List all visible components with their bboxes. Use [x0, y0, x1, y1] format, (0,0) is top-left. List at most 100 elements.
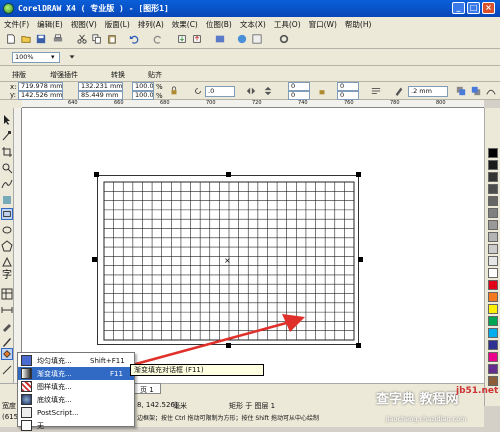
basic-shapes-tool-icon[interactable] — [1, 256, 13, 268]
save-icon[interactable] — [35, 33, 47, 45]
menu-view[interactable]: 视图(V) — [67, 19, 101, 30]
eyedropper-tool-icon[interactable] — [1, 320, 13, 332]
corner-radius-top-left[interactable]: 0 — [288, 82, 310, 91]
plugin-typeset[interactable]: 排版 — [12, 70, 26, 80]
menu-help[interactable]: 帮助(H) — [341, 19, 376, 30]
y-position-field[interactable]: 142.526 mm — [18, 91, 63, 100]
menu-arrange[interactable]: 排列(A) — [134, 19, 168, 30]
swatch-black[interactable] — [488, 148, 498, 158]
menu-layout[interactable]: 版面(L) — [101, 19, 134, 30]
page-tab-1[interactable]: 页 1 — [133, 383, 161, 394]
no-fill-item[interactable]: 无 — [18, 419, 134, 432]
menu-window[interactable]: 窗口(W) — [305, 19, 341, 30]
welcome-screen-icon[interactable] — [251, 33, 263, 45]
new-document-icon[interactable] — [5, 33, 17, 45]
to-back-icon[interactable] — [470, 85, 482, 97]
crop-tool-icon[interactable] — [1, 146, 13, 158]
paste-icon[interactable] — [106, 33, 118, 45]
scale-y-field[interactable]: 100.0 — [132, 91, 154, 100]
corner-radius-bottom-left[interactable]: 0 — [288, 91, 310, 100]
corner-lock-icon[interactable] — [316, 85, 328, 97]
swatch-gray-80[interactable] — [488, 172, 498, 182]
smart-fill-tool-icon[interactable] — [1, 194, 13, 206]
export-icon[interactable] — [191, 33, 203, 45]
postscript-fill-item[interactable]: PostScript... — [18, 406, 134, 419]
plugin-snap[interactable]: 贴齐 — [148, 70, 162, 80]
swatch-gray-10[interactable] — [488, 256, 498, 266]
mirror-horizontal-icon[interactable] — [245, 85, 257, 97]
selection-handle-top-right[interactable] — [356, 172, 361, 177]
menu-text[interactable]: 文本(X) — [236, 19, 270, 30]
menu-tools[interactable]: 工具(O) — [270, 19, 305, 30]
options-icon[interactable] — [278, 33, 290, 45]
swatch-yellow[interactable] — [488, 304, 498, 314]
selection-handle-middle-left[interactable] — [92, 257, 97, 262]
uniform-fill-item[interactable]: 均匀填充... Shift+F11 — [18, 354, 134, 367]
zoom-tool-icon[interactable] — [1, 162, 13, 174]
zoom-dropdown-icon[interactable]: ▾ — [51, 53, 55, 61]
selection-handle-top-left[interactable] — [94, 172, 99, 177]
dimension-tool-icon[interactable] — [1, 304, 13, 316]
table-tool-icon[interactable] — [1, 288, 13, 300]
application-launcher-icon[interactable] — [214, 33, 226, 45]
mirror-vertical-icon[interactable] — [262, 85, 274, 97]
swatch-red[interactable] — [488, 280, 498, 290]
swatch-gray-40[interactable] — [488, 220, 498, 230]
x-position-field[interactable]: 719.978 mm — [18, 82, 63, 91]
swatch-brown[interactable] — [488, 376, 498, 386]
maximize-button[interactable]: □ — [467, 2, 480, 14]
polygon-tool-icon[interactable] — [1, 240, 13, 252]
shape-tool-icon[interactable] — [1, 130, 13, 142]
menu-file[interactable]: 文件(F) — [0, 19, 33, 30]
selection-handle-bottom-right[interactable] — [356, 343, 361, 348]
fountain-fill-item[interactable]: 渐变填充... F11 — [18, 367, 134, 380]
pattern-fill-item[interactable]: 图样填充... — [18, 380, 134, 393]
width-field[interactable]: 132.231 mm — [78, 82, 123, 91]
menu-bitmaps[interactable]: 位图(B) — [202, 19, 236, 30]
swatch-gray-70[interactable] — [488, 184, 498, 194]
swatch-orange[interactable] — [488, 292, 498, 302]
zoom-options-icon[interactable] — [66, 51, 78, 63]
swatch-gray-50[interactable] — [488, 208, 498, 218]
redo-icon[interactable] — [152, 33, 164, 45]
close-button[interactable]: × — [482, 2, 495, 14]
menu-edit[interactable]: 编辑(E) — [33, 19, 67, 30]
open-folder-icon[interactable] — [20, 33, 32, 45]
plugin-enhance[interactable]: 增强插件 — [50, 70, 78, 80]
pick-tool-icon[interactable] — [1, 114, 13, 126]
rotation-angle-field[interactable]: .0 — [205, 86, 235, 97]
to-front-icon[interactable] — [455, 85, 467, 97]
selection-handle-middle-right[interactable] — [358, 257, 363, 262]
plugin-convert[interactable]: 转换 — [111, 70, 125, 80]
height-field[interactable]: 85.449 mm — [78, 91, 123, 100]
fill-tool-icon[interactable] — [1, 348, 13, 360]
rectangle-tool-icon[interactable] — [1, 208, 13, 220]
minimize-button[interactable]: _ — [452, 2, 465, 14]
interactive-fill-tool-icon[interactable] — [1, 364, 13, 376]
swatch-gray-20[interactable] — [488, 244, 498, 254]
lock-ratio-icon[interactable] — [168, 85, 180, 97]
swatch-gray-30[interactable] — [488, 232, 498, 242]
swatch-blue[interactable] — [488, 340, 498, 350]
print-icon[interactable] — [52, 33, 64, 45]
swatch-green[interactable] — [488, 316, 498, 326]
swatch-white[interactable] — [488, 268, 498, 278]
corel-online-icon[interactable] — [236, 33, 248, 45]
swatch-gray-60[interactable] — [488, 196, 498, 206]
scale-x-field[interactable]: 100.0 — [132, 82, 154, 91]
wrap-text-icon[interactable] — [370, 85, 382, 97]
convert-to-curves-icon[interactable] — [485, 85, 497, 97]
menu-effects[interactable]: 效果(C) — [168, 19, 202, 30]
import-icon[interactable] — [176, 33, 188, 45]
cut-icon[interactable] — [76, 33, 88, 45]
corner-radius-top-right[interactable]: 0 — [337, 82, 359, 91]
swatch-magenta[interactable] — [488, 352, 498, 362]
copy-icon[interactable] — [91, 33, 103, 45]
undo-icon[interactable] — [128, 33, 140, 45]
selection-handle-top-center[interactable] — [226, 172, 231, 177]
outline-width-select[interactable]: .2 mm — [408, 86, 448, 97]
swatch-purple[interactable] — [488, 364, 498, 374]
swatch-cyan[interactable] — [488, 328, 498, 338]
text-tool-icon[interactable]: 字 — [1, 270, 13, 282]
freehand-tool-icon[interactable] — [1, 178, 13, 190]
